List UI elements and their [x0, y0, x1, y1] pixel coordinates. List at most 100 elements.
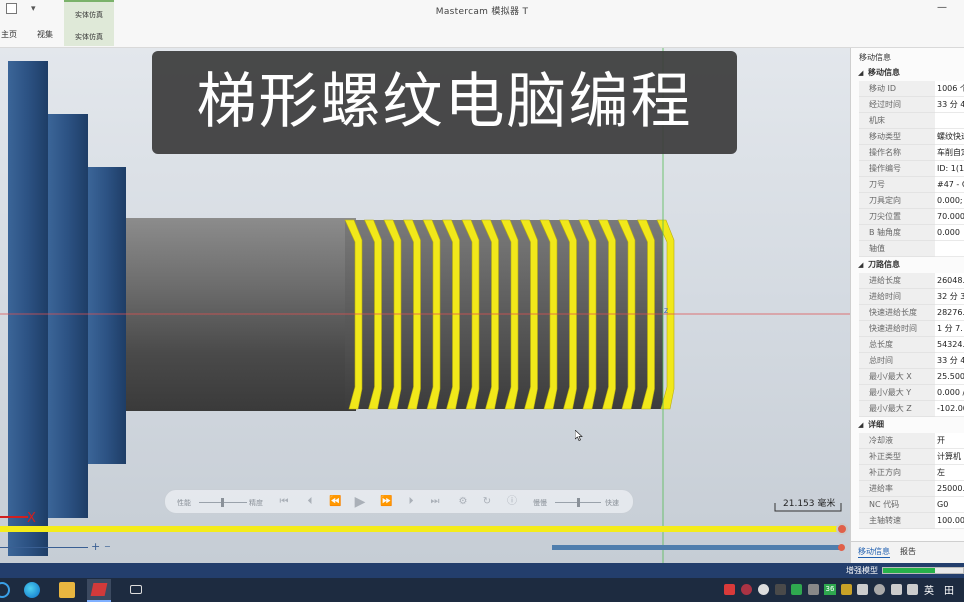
panel-row-value: 25000. — [935, 481, 964, 497]
tray-badge[interactable]: 36 — [824, 584, 836, 595]
panel-row-value: 1 分 7. — [935, 321, 964, 337]
speed-slider-handle[interactable] — [577, 498, 580, 507]
panel-row: 补正类型 计算机 — [851, 449, 964, 465]
step-forward-icon[interactable]: ⏵ — [405, 496, 417, 508]
ime-indicator[interactable]: 英 — [924, 582, 934, 597]
workpiece-shaft — [126, 218, 356, 411]
mastercam-taskbar-button[interactable] — [87, 579, 111, 602]
scale-label: 21.153 毫米 — [783, 499, 836, 509]
collapse-icon[interactable]: ◢ — [858, 417, 863, 433]
jump-start-icon[interactable]: ⏮ — [278, 496, 290, 508]
panel-row-value: 33 分 4 — [935, 97, 964, 113]
panel-row: 总时间 33 分 4 — [851, 353, 964, 369]
panel-row-value: 32 分 3 — [935, 289, 964, 305]
panel-row-value: 0.000; — [935, 193, 964, 209]
panel-row: 快速进给长度 28276. — [851, 305, 964, 321]
collapse-icon[interactable]: ◢ — [858, 257, 863, 273]
tray-icon-4[interactable] — [775, 584, 786, 595]
panel-section-header[interactable]: ◢ 刀路信息 — [851, 257, 964, 273]
camera-icon[interactable] — [130, 585, 142, 594]
panel-row: 快速进给时间 1 分 7. — [851, 321, 964, 337]
panel-row-value — [935, 113, 964, 129]
panel-row: 补正方向左 — [851, 465, 964, 481]
panel-section-header[interactable]: ◢ 详细 — [851, 417, 964, 433]
tab-report[interactable]: 报告 — [900, 546, 916, 557]
info-icon[interactable]: ⓘ — [506, 496, 518, 508]
panel-row: 刀尖位置70.000; — [851, 209, 964, 225]
loop-icon[interactable]: ↻ — [481, 496, 493, 508]
panel-row: 刀号#47 - C — [851, 177, 964, 193]
panel-row: 最小/最大 Y 0.000 / — [851, 385, 964, 401]
wifi-icon[interactable] — [891, 584, 902, 595]
file-explorer-icon[interactable] — [59, 582, 75, 598]
quality-slider-handle[interactable] — [221, 498, 224, 507]
tray-icon-6[interactable] — [808, 584, 819, 595]
zoom-out-icon[interactable]: − — [104, 542, 111, 551]
jump-end-icon[interactable]: ⏭ — [429, 496, 441, 508]
rewind-icon[interactable]: ⏪ — [329, 496, 341, 508]
panel-row-key: NC 代码 — [859, 497, 935, 513]
fast-forward-icon[interactable]: ⏩ — [380, 496, 392, 508]
app-tray-icon[interactable] — [741, 584, 752, 595]
panel-row: 冷却液开 — [851, 433, 964, 449]
volume-icon[interactable] — [907, 584, 918, 595]
panel-row: 刀具定向 0.000; — [851, 193, 964, 209]
status-label: 增强模型 — [846, 566, 878, 575]
panel-row: 机床 — [851, 113, 964, 129]
tab-move-info[interactable]: 移动信息 — [858, 546, 890, 558]
panel-row: 进给时间 32 分 3 — [851, 289, 964, 305]
title-banner: 梯形螺纹电脑编程 — [152, 51, 737, 154]
panel-row: 轴值 — [851, 241, 964, 257]
panel-section-header[interactable]: ◢ 移动信息 — [851, 65, 964, 81]
options-icon[interactable]: ⚙ — [457, 496, 469, 508]
panel-row-value: 28276. — [935, 305, 964, 321]
panel-row-key: 进给率 — [859, 481, 935, 497]
mastercam-icon — [90, 583, 108, 596]
operation-end-marker[interactable] — [838, 544, 845, 551]
panel-row-value: 车削自定 — [935, 145, 964, 161]
panel-row-value: 26048. — [935, 273, 964, 289]
wechat-icon[interactable] — [791, 584, 802, 595]
panel-row: NC 代码 G0 — [851, 497, 964, 513]
panel-row-value: 开 — [935, 433, 964, 449]
panel-row-key: 快速进给长度 — [859, 305, 935, 321]
zoom-ruler — [0, 547, 88, 548]
play-icon[interactable]: ▶ — [354, 495, 366, 509]
panel-row-value: ID: 1(1 — [935, 161, 964, 177]
zoom-in-icon[interactable]: + — [91, 540, 100, 553]
collapse-icon[interactable]: ◢ — [858, 65, 863, 81]
simulation-viewport[interactable]: X Z 梯形螺纹电脑编程 21.153 毫米 性能 精度 ⏮ ⏴ ⏪ ▶ ⏩ ⏵… — [0, 48, 850, 563]
step-back-icon[interactable]: ⏴ — [304, 496, 316, 508]
banner-text: 梯形螺纹电脑编程 — [196, 67, 693, 137]
tray-icon-10[interactable] — [874, 584, 885, 595]
panel-row: 操作名称车削自定 — [851, 145, 964, 161]
minimize-button[interactable]: — — [935, 3, 949, 13]
network-icon[interactable] — [857, 584, 868, 595]
panel-row: 移动 ID1006 个 — [851, 81, 964, 97]
record-icon[interactable] — [724, 584, 735, 595]
app-title: Mastercam 模拟器 T — [435, 7, 529, 17]
panel-row-key: 冷却液 — [859, 433, 935, 449]
mouse-cursor-icon — [575, 430, 583, 441]
panel-row-key: 补正类型 — [859, 449, 935, 465]
settings-tray-icon[interactable] — [758, 584, 769, 595]
tab-view[interactable]: 视集 — [37, 29, 53, 40]
operation-timeline[interactable] — [552, 545, 842, 550]
panel-row-key: 操作名称 — [859, 145, 935, 161]
tray-icon-8[interactable] — [841, 584, 852, 595]
timeline-end-marker[interactable] — [836, 523, 848, 535]
panel-row-value — [935, 241, 964, 257]
panel-row: 进给率 25000. — [851, 481, 964, 497]
panel-row-key: 快速进给时间 — [859, 321, 935, 337]
chuck-step-3 — [88, 167, 126, 464]
panel-row-value: 0.000 — [935, 225, 964, 241]
search-icon[interactable] — [0, 582, 10, 598]
edge-browser-icon[interactable] — [24, 582, 40, 598]
toolpath-timeline[interactable] — [0, 526, 842, 532]
chuck-body — [8, 61, 48, 556]
panel-row-key: 最小/最大 Z — [859, 401, 935, 417]
ime-mode-icon[interactable]: 田 — [944, 582, 954, 597]
panel-row: 移动类型螺纹快速 — [851, 129, 964, 145]
taskbar: 36 英 田 — [0, 578, 964, 602]
tab-home[interactable]: 主页 — [1, 29, 17, 40]
